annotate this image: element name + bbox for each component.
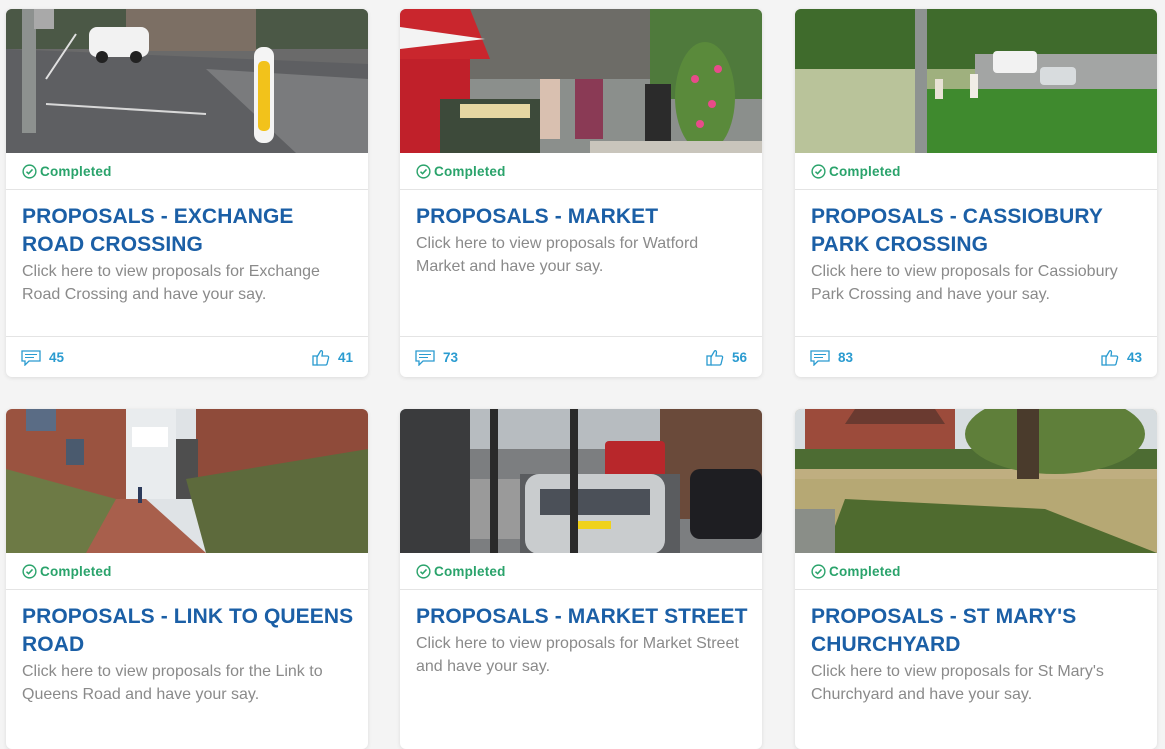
status-row: Completed <box>6 153 368 190</box>
status-label: Completed <box>829 563 901 579</box>
card-description: Click here to view proposals for Market … <box>416 635 739 675</box>
status-row: Completed <box>400 553 762 590</box>
speech-bubble-icon <box>21 349 41 366</box>
likes-value: 43 <box>1126 350 1142 365</box>
check-circle-icon <box>22 563 37 579</box>
proposal-card-exchange-road[interactable]: Completed PROPOSALS - EXCHANGE ROAD CROS… <box>6 9 368 377</box>
thumbs-up-icon <box>312 350 330 366</box>
proposal-card-market-street[interactable]: Completed PROPOSALS - MARKET STREET Clic… <box>400 409 762 749</box>
likes-count[interactable]: 56 <box>706 349 747 366</box>
proposals-grid: Completed PROPOSALS - EXCHANGE ROAD CROS… <box>0 0 1165 749</box>
comments-count[interactable]: 83 <box>810 349 854 366</box>
speech-bubble-icon <box>415 349 435 366</box>
card-title[interactable]: PROPOSALS - EXCHANGE ROAD CROSSING <box>22 203 354 259</box>
card-title[interactable]: PROPOSALS - CASSIOBURY PARK CROSSING <box>811 203 1143 259</box>
likes-count[interactable]: 43 <box>1101 349 1142 366</box>
card-footer: 45 41 <box>6 336 368 377</box>
status-label: Completed <box>434 163 506 179</box>
proposal-card-cassiobury[interactable]: Completed PROPOSALS - CASSIOBURY PARK CR… <box>795 9 1157 377</box>
check-circle-icon <box>416 563 431 579</box>
check-circle-icon <box>416 163 431 179</box>
status-label: Completed <box>40 563 112 579</box>
speech-bubble-icon <box>810 349 830 366</box>
card-title[interactable]: PROPOSALS - ST MARY'S CHURCHYARD <box>811 603 1143 659</box>
card-image-st-marys[interactable] <box>795 409 1157 553</box>
comments-value: 83 <box>838 350 854 365</box>
comments-value: 73 <box>443 350 459 365</box>
card-description: Click here to view proposals for Cassiob… <box>811 263 1118 303</box>
card-image-market-street[interactable] <box>400 409 762 553</box>
card-title[interactable]: PROPOSALS - LINK TO QUEENS ROAD <box>22 603 354 659</box>
card-image-link-queens-road[interactable] <box>6 409 368 553</box>
comments-count[interactable]: 45 <box>21 349 65 366</box>
comments-value: 45 <box>49 350 65 365</box>
status-row: Completed <box>6 553 368 590</box>
status-row: Completed <box>400 153 762 190</box>
check-circle-icon <box>811 563 826 579</box>
likes-count[interactable]: 41 <box>312 349 353 366</box>
status-row: Completed <box>795 553 1157 590</box>
check-circle-icon <box>22 163 37 179</box>
check-circle-icon <box>811 163 826 179</box>
card-description: Click here to view proposals for St Mary… <box>811 663 1104 703</box>
proposal-card-st-marys[interactable]: Completed PROPOSALS - ST MARY'S CHURCHYA… <box>795 409 1157 749</box>
card-title[interactable]: PROPOSALS - MARKET <box>416 203 748 231</box>
card-image-market[interactable] <box>400 9 762 153</box>
card-image-cassiobury[interactable] <box>795 9 1157 153</box>
thumbs-up-icon <box>1101 350 1119 366</box>
card-description: Click here to view proposals for the Lin… <box>22 663 323 703</box>
likes-value: 56 <box>731 350 747 365</box>
card-description: Click here to view proposals for Watford… <box>416 235 699 275</box>
card-footer: 73 56 <box>400 336 762 377</box>
thumbs-up-icon <box>706 350 724 366</box>
status-row: Completed <box>795 153 1157 190</box>
card-image-exchange-road[interactable] <box>6 9 368 153</box>
card-title[interactable]: PROPOSALS - MARKET STREET <box>416 603 748 631</box>
proposal-card-link-queens-road[interactable]: Completed PROPOSALS - LINK TO QUEENS ROA… <box>6 409 368 749</box>
proposal-card-market[interactable]: Completed PROPOSALS - MARKET Click here … <box>400 9 762 377</box>
card-description: Click here to view proposals for Exchang… <box>22 263 320 303</box>
status-label: Completed <box>829 163 901 179</box>
comments-count[interactable]: 73 <box>415 349 459 366</box>
status-label: Completed <box>434 563 506 579</box>
status-label: Completed <box>40 163 112 179</box>
card-footer: 83 43 <box>795 336 1157 377</box>
likes-value: 41 <box>337 350 353 365</box>
